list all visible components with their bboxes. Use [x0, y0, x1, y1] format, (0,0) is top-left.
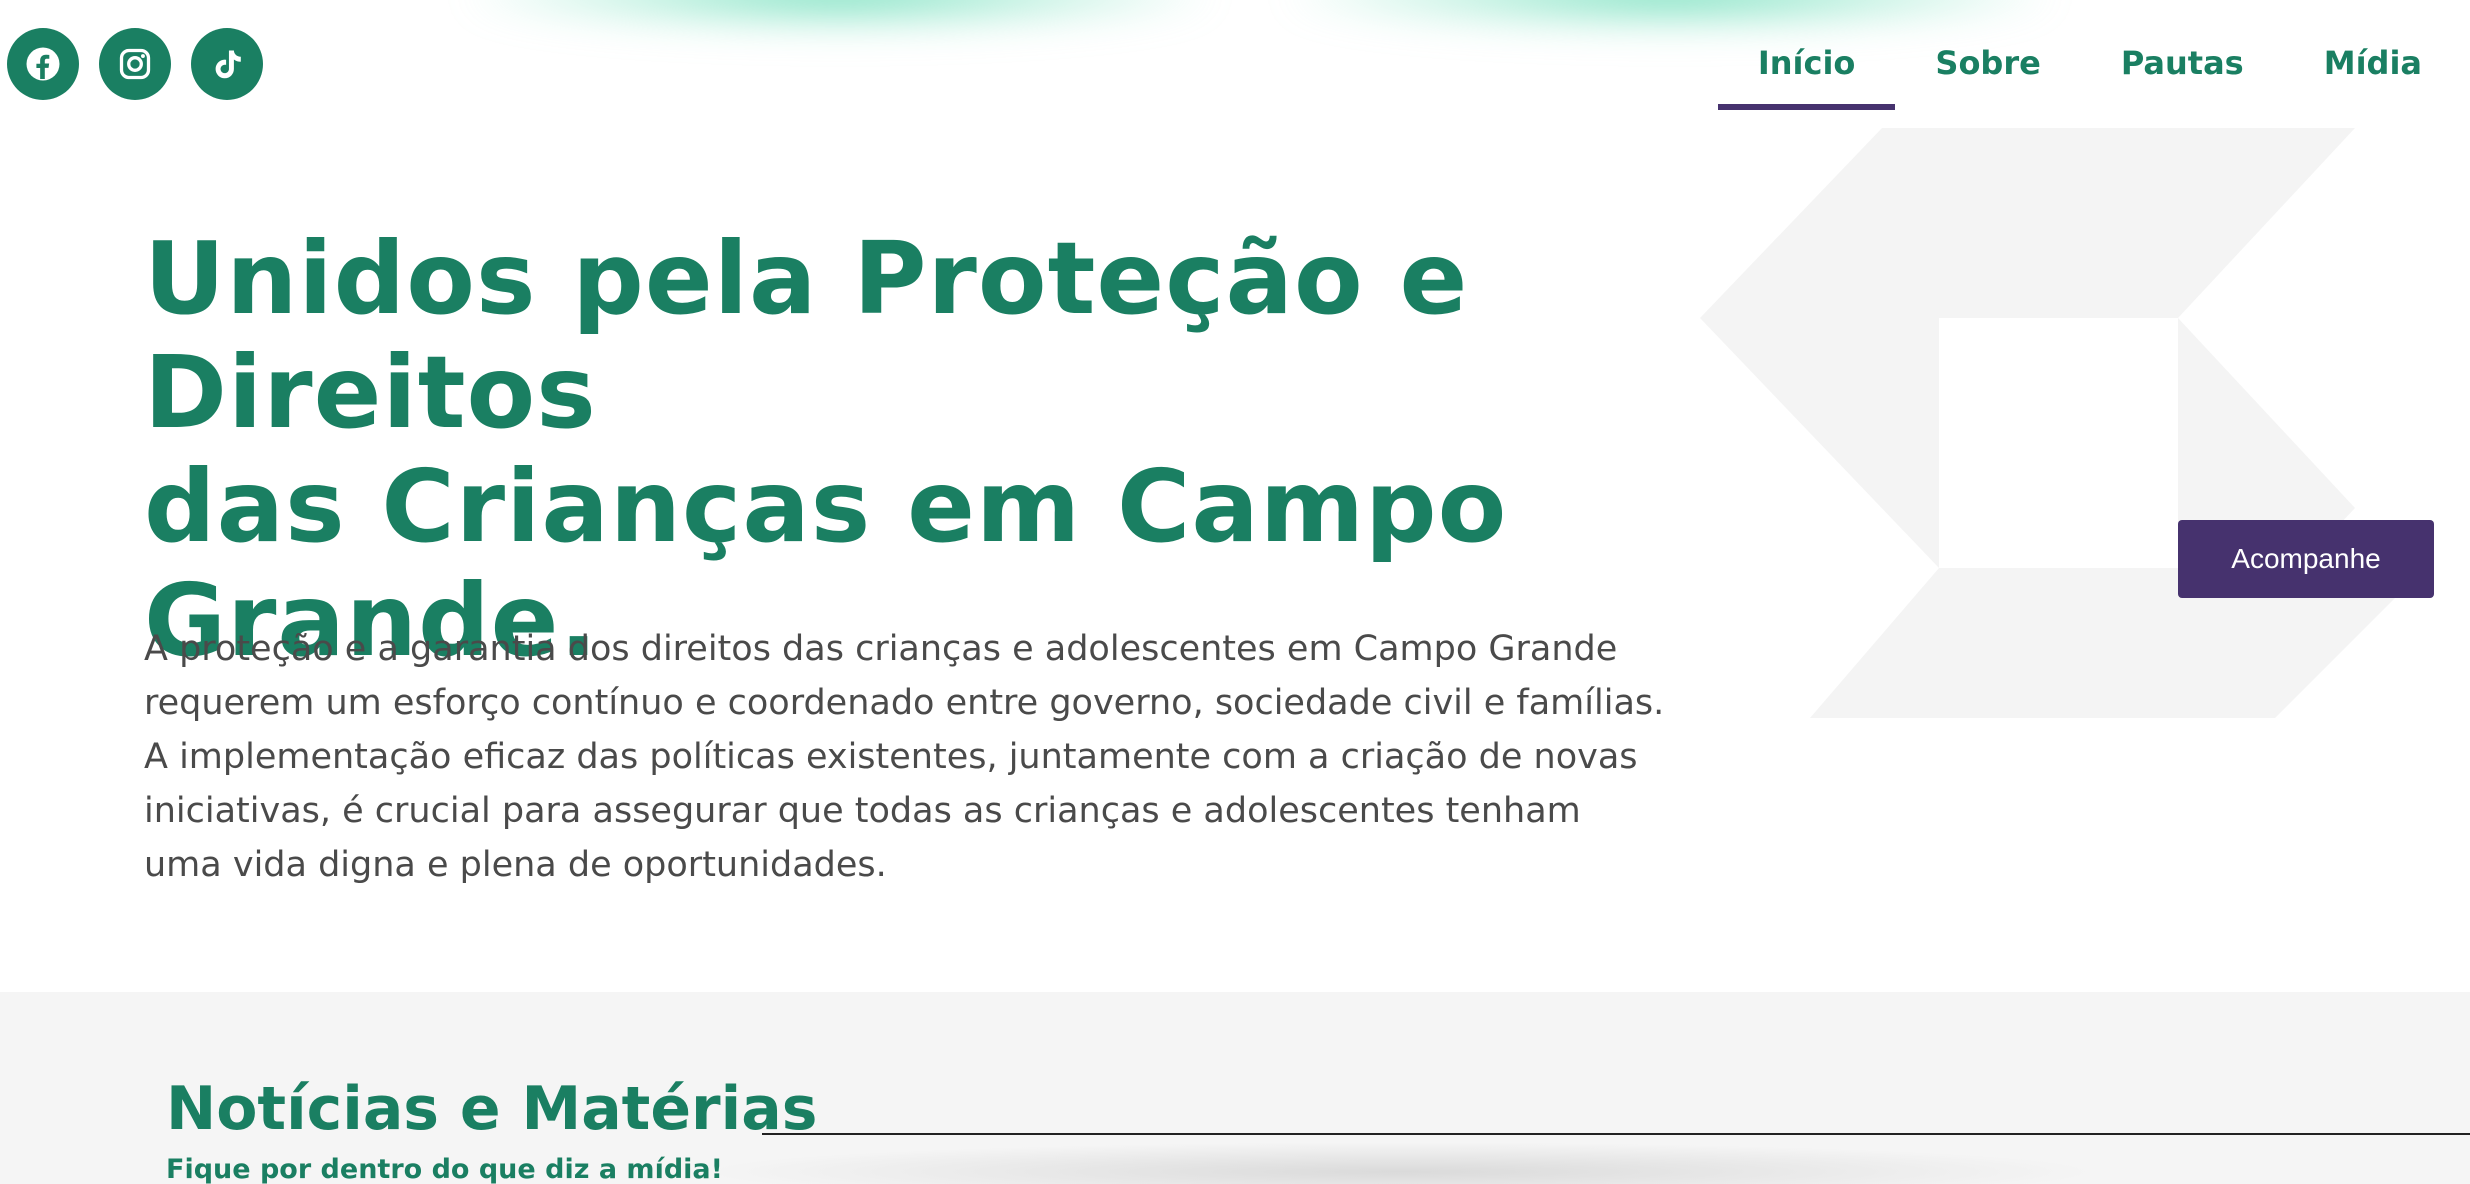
nav-item-pautas[interactable]: Pautas	[2081, 0, 2284, 110]
social-links	[7, 28, 263, 100]
hero-title-line: Unidos pela Proteção e Direitos	[144, 220, 1469, 451]
hero-title: Unidos pela Proteção e Direitos das Cria…	[144, 222, 1684, 678]
main-nav: Início Sobre Pautas Mídia	[1717, 0, 2470, 110]
facebook-icon	[26, 47, 60, 81]
news-shadow-decoration	[700, 1142, 2100, 1184]
hero-paragraph-line: requerem um esforço contínuo e coordenad…	[144, 683, 1665, 723]
news-subtitle: Fique por dentro do que diz a mídia!	[166, 1154, 723, 1184]
nav-item-midia[interactable]: Mídia	[2284, 0, 2470, 110]
tiktok-icon	[215, 50, 241, 79]
background-chevron-decoration	[1700, 128, 2400, 718]
instagram-button[interactable]	[99, 28, 171, 100]
news-section: Notícias e Matérias Fique por dentro do …	[0, 992, 2470, 1184]
news-title: Notícias e Matérias	[166, 1074, 818, 1144]
nav-item-sobre[interactable]: Sobre	[1895, 0, 2080, 110]
tiktok-button[interactable]	[191, 28, 263, 100]
facebook-button[interactable]	[7, 28, 79, 100]
acompanhe-button[interactable]: Acompanhe	[2178, 520, 2434, 598]
hero-paragraph: A proteção e a garantia dos direitos das…	[144, 622, 1674, 892]
top-glow-decoration	[470, 0, 1210, 30]
hero-paragraph-line: A proteção e a garantia dos direitos das…	[144, 629, 1618, 669]
hero-title-line: das Crianças em Campo	[144, 448, 1508, 565]
hero-paragraph-line: uma vida digna e plena de oportunidades.	[144, 845, 887, 885]
hero-paragraph-line: A implementação eficaz das políticas exi…	[144, 737, 1638, 777]
nav-item-inicio[interactable]: Início	[1717, 0, 1896, 110]
instagram-icon	[119, 48, 151, 80]
news-divider	[762, 1133, 2470, 1135]
hero-paragraph-line: iniciativas, é crucial para assegurar qu…	[144, 791, 1581, 831]
